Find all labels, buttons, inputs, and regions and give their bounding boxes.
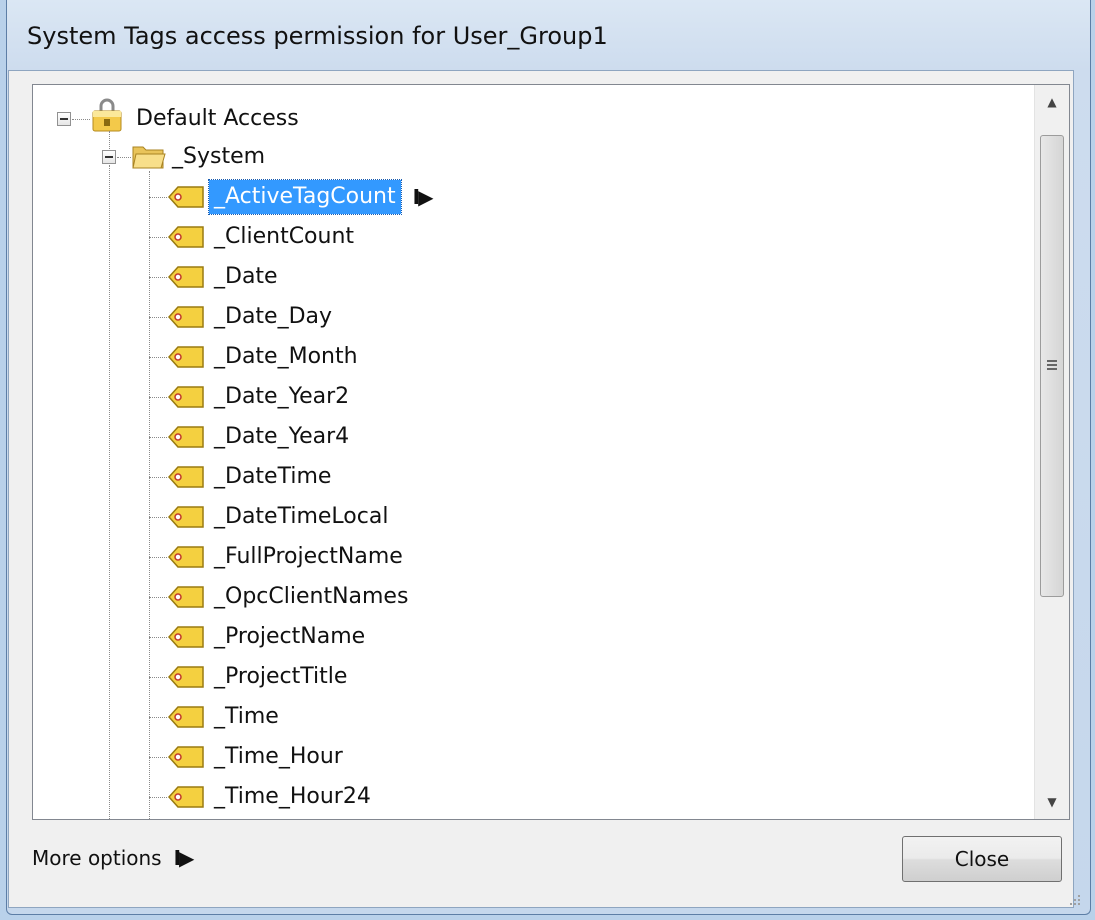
- dialog-window: System Tags access permission for User_G…: [0, 0, 1095, 920]
- tree-item-default-access[interactable]: Default Access: [131, 99, 304, 139]
- tree-connector: [149, 516, 167, 518]
- tree-connector: [149, 756, 167, 758]
- tag-icon: [167, 504, 205, 530]
- tag-icon: [167, 264, 205, 290]
- tree-item-tag[interactable]: _Date_Year2: [149, 377, 354, 417]
- tag-icon: [167, 424, 205, 450]
- tag-icon: [167, 224, 205, 250]
- tree-item-tag[interactable]: _Date_Month: [149, 337, 363, 377]
- expand-arrow-icon[interactable]: I▶: [413, 185, 434, 209]
- close-button[interactable]: Close: [902, 836, 1062, 882]
- tree-connector: [149, 196, 167, 198]
- folder-icon: [132, 146, 166, 169]
- tree-connector: [149, 276, 167, 278]
- tree-item-tag[interactable]: _Time_Hour: [149, 737, 348, 777]
- lock-folder-icon: [92, 98, 122, 132]
- tree-connector: [109, 165, 110, 819]
- tree-item-label: _DateTimeLocal: [214, 504, 389, 529]
- grip-icon: [1047, 360, 1057, 370]
- tree-item-tag[interactable]: _Time: [149, 697, 284, 737]
- tree-item-label: _Time_Hour24: [214, 784, 371, 809]
- tag-icon: [167, 584, 205, 610]
- tree-item-tag[interactable]: _DateTimeLocal: [149, 497, 393, 537]
- title-bar[interactable]: System Tags access permission for User_G…: [7, 0, 1090, 76]
- tag-icon: [167, 304, 205, 330]
- scrollbar-thumb[interactable]: [1040, 135, 1064, 597]
- tree-item-tag[interactable]: _Date: [149, 257, 283, 297]
- tree-item-tag[interactable]: _ClientCount: [149, 217, 359, 257]
- tree-connector: [149, 796, 167, 798]
- tree-content: Default Access _System _ActiveTagCount I▶…: [33, 85, 1023, 819]
- tree-item-label: Default Access: [136, 106, 299, 131]
- tree-connector: [149, 236, 167, 238]
- root-collapse-toggle[interactable]: [57, 112, 71, 126]
- tree-item-tag[interactable]: _ActiveTagCount I▶: [149, 177, 434, 217]
- tree-item-label: _Date_Month: [214, 344, 358, 369]
- tag-icon: [167, 744, 205, 770]
- window-title: System Tags access permission for User_G…: [27, 22, 608, 50]
- tag-icon: [167, 624, 205, 650]
- tree-connector: [117, 157, 131, 158]
- tag-icon: [167, 464, 205, 490]
- tree-connector: [149, 676, 167, 678]
- tag-icon: [167, 384, 205, 410]
- arrow-up-icon: ▲: [1047, 95, 1057, 109]
- tree-item-label: _DateTime: [214, 464, 332, 489]
- tree-connector: [72, 119, 90, 120]
- tag-icon: [167, 664, 205, 690]
- tree-item-label: _Date: [214, 264, 278, 289]
- system-collapse-toggle[interactable]: [102, 150, 116, 164]
- tree-connector: [109, 131, 110, 149]
- tree-item-label: _Date_Day: [214, 304, 333, 329]
- tree-item-label: _ProjectName: [214, 624, 366, 649]
- tree-item-label: _ActiveTagCount: [208, 179, 402, 215]
- tree-item-label: _Date_Year2: [214, 384, 350, 409]
- tree-view[interactable]: Default Access _System _ActiveTagCount I▶…: [32, 84, 1070, 820]
- tree-item-label: _Time: [214, 704, 279, 729]
- tree-connector: [149, 476, 167, 478]
- tree-connector: [149, 636, 167, 638]
- tree-connector: [149, 356, 167, 358]
- tree-item-tag[interactable]: _FullProjectName: [149, 537, 408, 577]
- arrow-down-icon: ▼: [1047, 795, 1057, 809]
- scroll-down-button[interactable]: ▼: [1035, 785, 1069, 819]
- tree-connector: [149, 716, 167, 718]
- tree-item-tag[interactable]: _Date_Year4: [149, 417, 354, 457]
- tag-icon: [167, 784, 205, 810]
- resize-grip-icon[interactable]: [1067, 892, 1081, 906]
- tree-item-label: _ProjectTitle: [214, 664, 348, 689]
- vertical-scrollbar[interactable]: ▲ ▼: [1034, 85, 1069, 819]
- tree-connector: [149, 436, 167, 438]
- tree-connector: [149, 396, 167, 398]
- tree-item-label: _Date_Year4: [214, 424, 350, 449]
- tree-connector: [149, 316, 167, 318]
- tree-item-label: _System: [172, 144, 266, 169]
- tree-item-system[interactable]: _System: [167, 137, 270, 177]
- tree-item-tag[interactable]: _DateTime: [149, 457, 336, 497]
- tree-item-tag[interactable]: _Time_Hour24: [149, 777, 376, 817]
- tree-item-tag[interactable]: _OpcClientNames: [149, 577, 413, 617]
- expand-arrow-icon: I▶: [173, 846, 195, 870]
- tree-item-tag[interactable]: _ProjectTitle: [149, 657, 352, 697]
- tag-icon: [167, 184, 205, 210]
- tree-item-tag[interactable]: _Date_Day: [149, 297, 337, 337]
- tag-icon: [167, 544, 205, 570]
- tree-item-label: _FullProjectName: [214, 544, 403, 569]
- tree-item-label: _Time_Hour: [214, 744, 343, 769]
- more-options-label: More options: [32, 846, 162, 870]
- tree-connector: [149, 596, 167, 598]
- tree-item-tag[interactable]: _ProjectName: [149, 617, 370, 657]
- tag-icon: [167, 344, 205, 370]
- more-options-link[interactable]: More options I▶: [32, 846, 195, 870]
- tree-item-label: _OpcClientNames: [214, 584, 409, 609]
- tree-item-label: _ClientCount: [214, 224, 355, 249]
- tree-connector: [149, 556, 167, 558]
- scroll-up-button[interactable]: ▲: [1035, 85, 1069, 119]
- tag-icon: [167, 704, 205, 730]
